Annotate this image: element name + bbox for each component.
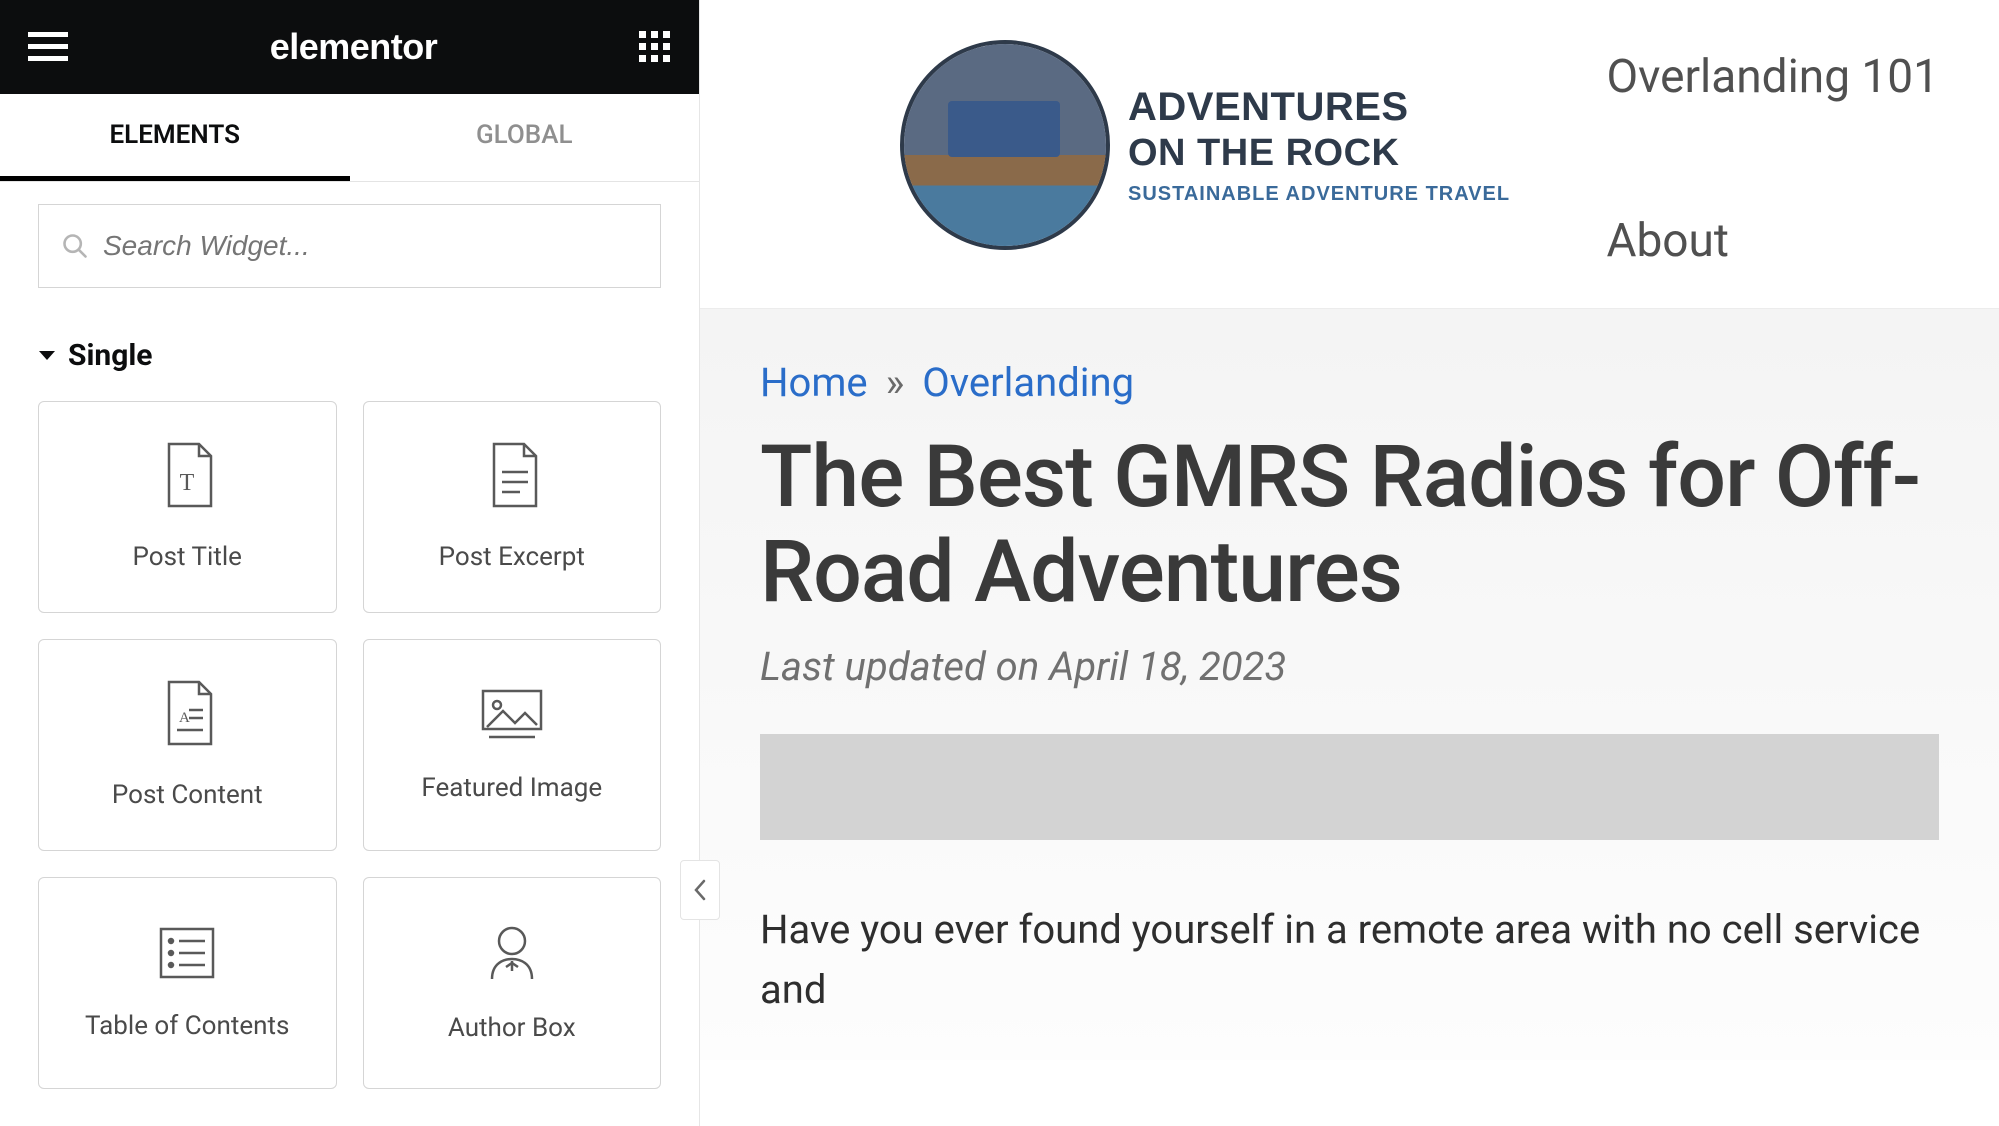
widget-label: Author Box — [448, 1013, 576, 1043]
site-logo[interactable]: ADVENTURES ON THE ROCK SUSTAINABLE ADVEN… — [900, 40, 1510, 250]
logo-badge-icon — [900, 40, 1110, 250]
chevron-left-icon — [693, 879, 707, 901]
post-body-text: Have you ever found yourself in a remote… — [760, 900, 1939, 1020]
widget-table-of-contents[interactable]: Table of Contents — [38, 877, 337, 1089]
nav-link-about[interactable]: About — [1606, 214, 1939, 268]
featured-image-placeholder — [760, 734, 1939, 840]
breadcrumb-separator: » — [878, 359, 913, 406]
post-title-icon: T — [159, 442, 215, 516]
category-title: Single — [68, 338, 153, 373]
widget-label: Post Excerpt — [439, 542, 585, 572]
search-widget-box — [38, 204, 661, 288]
sidebar-header: elementor — [0, 0, 699, 94]
widget-label: Table of Contents — [85, 1011, 289, 1041]
widget-label: Post Title — [133, 542, 242, 572]
widget-label: Featured Image — [421, 773, 602, 803]
site-nav: Overlanding 101 About — [1606, 40, 1939, 268]
widget-author-box[interactable]: Author Box — [363, 877, 662, 1089]
widget-post-content[interactable]: A Post Content — [38, 639, 337, 851]
category-toggle-single[interactable]: Single — [38, 338, 661, 373]
breadcrumb: Home » Overlanding — [760, 359, 1939, 406]
editor-sidebar: elementor ELEMENTS GLOBAL Single — [0, 0, 700, 1126]
post-excerpt-icon — [484, 442, 540, 516]
author-box-icon — [484, 923, 540, 987]
widget-featured-image[interactable]: Featured Image — [363, 639, 662, 851]
widget-post-title[interactable]: T Post Title — [38, 401, 337, 613]
search-icon — [61, 232, 89, 260]
breadcrumb-home[interactable]: Home — [760, 359, 868, 406]
widget-label: Post Content — [112, 780, 263, 810]
post-meta-updated: Last updated on April 18, 2023 — [760, 643, 1939, 690]
tab-global[interactable]: GLOBAL — [350, 94, 700, 181]
widget-post-excerpt[interactable]: Post Excerpt — [363, 401, 662, 613]
site-header: ADVENTURES ON THE ROCK SUSTAINABLE ADVEN… — [700, 0, 1999, 308]
tab-elements[interactable]: ELEMENTS — [0, 94, 350, 181]
chevron-down-icon — [38, 350, 56, 362]
hamburger-menu-icon[interactable] — [28, 32, 68, 62]
elementor-logo: elementor — [270, 26, 438, 68]
post-content-icon: A — [159, 680, 215, 754]
widget-grid: T Post Title Post Excerpt A Post Content — [38, 401, 661, 1089]
post-title: The Best GMRS Radios for Off-Road Advent… — [760, 430, 1939, 619]
table-of-contents-icon — [157, 925, 217, 985]
apps-grid-icon[interactable] — [639, 31, 671, 63]
breadcrumb-category[interactable]: Overlanding — [922, 359, 1134, 406]
sidebar-tabs: ELEMENTS GLOBAL — [0, 94, 699, 182]
svg-text:T: T — [180, 470, 195, 496]
logo-text: ADVENTURES ON THE ROCK SUSTAINABLE ADVEN… — [1128, 85, 1510, 206]
collapse-sidebar-button[interactable] — [680, 860, 720, 920]
featured-image-icon — [479, 687, 545, 747]
search-input[interactable] — [103, 230, 638, 262]
post-content-area: Home » Overlanding The Best GMRS Radios … — [700, 308, 1999, 1060]
svg-text:A: A — [179, 710, 190, 726]
nav-link-overlanding-101[interactable]: Overlanding 101 — [1606, 50, 1939, 104]
page-preview: ADVENTURES ON THE ROCK SUSTAINABLE ADVEN… — [700, 0, 1999, 1126]
